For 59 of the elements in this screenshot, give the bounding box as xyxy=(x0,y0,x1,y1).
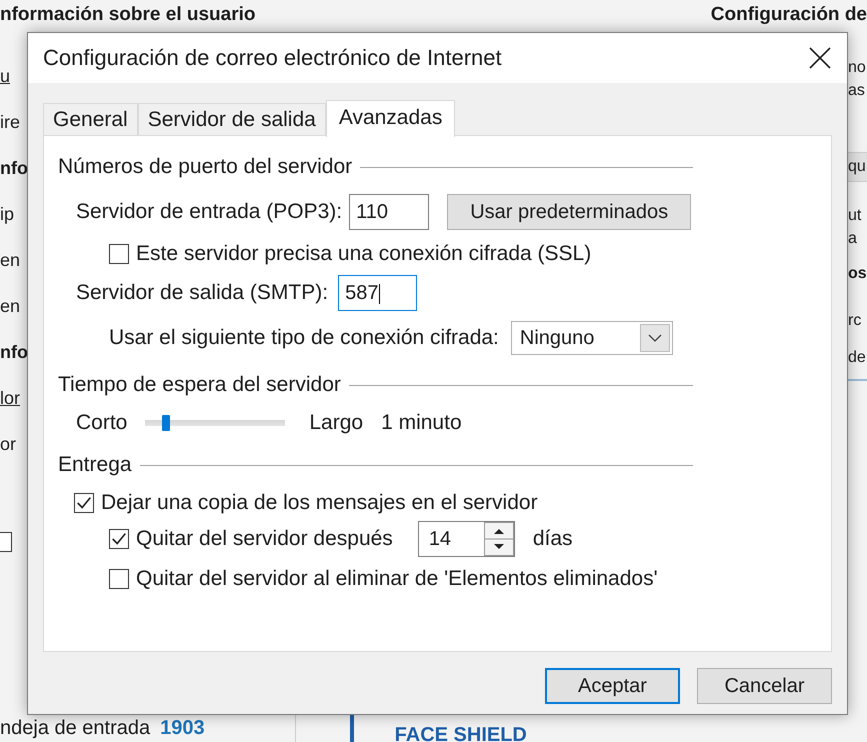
label: no xyxy=(848,58,866,76)
spinner-field[interactable]: 14 xyxy=(418,521,515,557)
tab[interactable]: Servidor de salida xyxy=(138,103,326,135)
checkbox[interactable] xyxy=(109,244,129,264)
divider-line xyxy=(848,379,867,381)
section-heading: nfo xyxy=(0,158,28,178)
section-heading: nfo xyxy=(0,342,28,362)
close-icon[interactable] xyxy=(809,47,831,69)
checkbox-label: Quitar del servidor después xyxy=(136,527,393,551)
section-heading: nformación sobre el usuario xyxy=(0,4,256,26)
label: ip xyxy=(0,204,14,224)
dropdown-value: Ninguno xyxy=(520,326,594,350)
window-title: Configuración de correo electrónico de Internet xyxy=(43,45,502,71)
section-heading: Configuración de xyxy=(710,4,867,26)
folder-name[interactable]: ndeja de entrada xyxy=(0,717,150,740)
ok-button[interactable]: Aceptar xyxy=(545,668,680,704)
selection-bar xyxy=(350,715,354,742)
checkbox-label: Este servidor precisa una conexión cifrada (SSL) xyxy=(136,242,592,266)
group-title: Números de puerto del servidor xyxy=(58,155,352,179)
section-header-bar: qu xyxy=(848,152,867,182)
slider-thumb[interactable] xyxy=(162,415,170,431)
label: ut xyxy=(848,206,862,224)
value-label: 1 minuto xyxy=(381,411,462,435)
unread-count: 1903 xyxy=(160,717,205,740)
checkbox-label: Quitar del servidor al eliminar de 'Elementos eliminados' xyxy=(136,567,658,591)
label: en xyxy=(0,250,20,270)
tab[interactable]: General xyxy=(43,103,138,135)
checkbox[interactable] xyxy=(74,493,94,513)
link[interactable]: lor xyxy=(0,388,20,408)
label: días xyxy=(532,527,573,551)
group-title: Tiempo de espera del servidor xyxy=(58,373,341,397)
label: de xyxy=(848,348,866,366)
checkbox[interactable] xyxy=(109,569,129,589)
label: Usar el siguiente tipo de conexión cifrada: xyxy=(109,326,499,350)
label: Largo xyxy=(309,411,364,435)
chevron-down-icon[interactable] xyxy=(640,324,670,352)
tab[interactable]: Avanzadas xyxy=(326,100,456,137)
label: as xyxy=(848,82,865,100)
input-field[interactable]: 110 xyxy=(349,194,430,230)
label: a xyxy=(848,230,857,248)
label: en xyxy=(0,296,20,316)
label: or xyxy=(0,434,16,454)
defaults-button[interactable]: Usar predeterminados xyxy=(447,194,692,230)
checkbox[interactable] xyxy=(109,529,129,549)
section-heading: os xyxy=(848,264,867,282)
label: rc xyxy=(848,312,862,330)
label: Servidor de salida (SMTP): xyxy=(76,281,328,305)
group-title: Entrega xyxy=(58,453,132,477)
link[interactable]: u xyxy=(0,66,10,86)
spinner-arrows-icon[interactable] xyxy=(484,522,514,556)
label: Corto xyxy=(76,411,128,435)
divider-line xyxy=(294,715,296,742)
input-field[interactable]: 587 xyxy=(338,275,418,311)
label: Servidor de entrada (POP3): xyxy=(76,200,342,224)
dropdown[interactable]: Ninguno xyxy=(510,321,673,355)
checkbox-label: Dejar una copia de los mensajes en el servidor xyxy=(101,491,538,515)
message-subject[interactable]: FACE SHIELD xyxy=(394,724,527,742)
cancel-button[interactable]: Cancelar xyxy=(697,668,832,704)
label: ire xyxy=(0,112,20,132)
